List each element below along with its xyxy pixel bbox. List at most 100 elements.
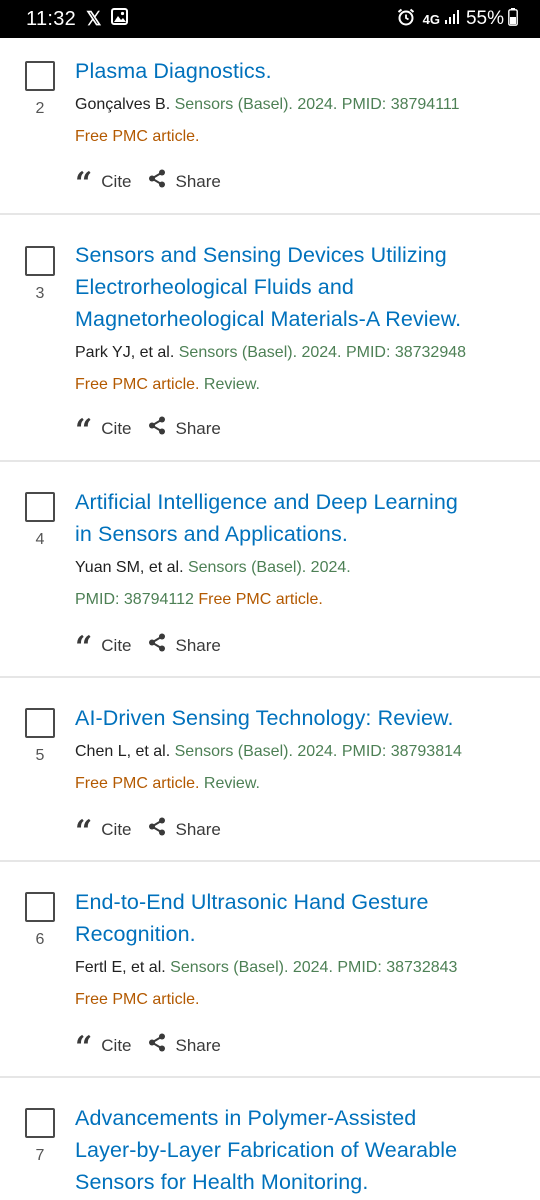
citation-meta: Park YJ, et al. Sensors (Basel). 2024. P…	[75, 337, 522, 401]
share-icon	[148, 633, 166, 657]
search-result: 6 End-to-End Ultrasonic Hand Gesture Rec…	[0, 862, 540, 1078]
free-pmc-label: Free PMC article.	[75, 775, 200, 792]
authors: Fertl E, et al.	[75, 959, 171, 976]
select-checkbox[interactable]	[25, 492, 55, 522]
cite-label: Cite	[101, 1036, 132, 1055]
title-line: Recognition.	[75, 922, 196, 946]
gallery-icon	[111, 8, 129, 30]
result-title[interactable]: Plasma Diagnostics.	[75, 55, 522, 87]
meta-line: PMID: 38794112 Free PMC article.	[75, 584, 522, 616]
meta-line: Chen L, et al. Sensors (Basel). 2024. PM…	[75, 736, 522, 768]
title-line: Electrorheological Fluids and	[75, 275, 354, 299]
result-actions: “ Cite Share	[75, 630, 221, 665]
cite-label: Cite	[101, 820, 132, 839]
share-button[interactable]: Share	[132, 816, 221, 840]
meta-line: Free PMC article. Review.	[75, 768, 522, 800]
title-line: Layer-by-Layer Fabrication of Wearable	[75, 1138, 458, 1162]
result-content: AI-Driven Sensing Technology: Review. Ch…	[75, 702, 522, 800]
free-pmc-label: Free PMC article.	[75, 128, 200, 145]
journal-info: Sensors (Basel). 2024. PMID: 38732843	[170, 959, 458, 976]
network-label: 4G	[422, 11, 440, 27]
quote-icon: “	[75, 814, 93, 849]
result-actions: “ Cite Share	[75, 814, 221, 849]
x-app-icon: 𝕏	[86, 8, 102, 30]
free-pmc-label: Free PMC article.	[198, 591, 323, 608]
title-line: End-to-End Ultrasonic Hand Gesture	[75, 890, 429, 914]
result-title[interactable]: Advancements in Polymer-Assisted Layer-b…	[75, 1102, 522, 1198]
result-number: 5	[35, 747, 45, 764]
result-content: Advancements in Polymer-Assisted Layer-b…	[75, 1102, 522, 1198]
signal-icon	[444, 9, 460, 30]
result-title[interactable]: End-to-End Ultrasonic Hand Gesture Recog…	[75, 886, 522, 950]
select-checkbox[interactable]	[25, 708, 55, 738]
search-result: 4 Artificial Intelligence and Deep Learn…	[0, 462, 540, 678]
meta-line: Free PMC article.	[75, 984, 522, 1016]
title-line: Advancements in Polymer-Assisted	[75, 1106, 417, 1130]
title-line: Plasma Diagnostics.	[75, 59, 272, 83]
cite-button[interactable]: “ Cite	[75, 814, 132, 849]
search-result: 5 AI-Driven Sensing Technology: Review. …	[0, 678, 540, 862]
status-time: 11:32	[26, 7, 77, 30]
battery-icon	[508, 7, 518, 31]
meta-line: Yuan SM, et al. Sensors (Basel). 2024.	[75, 552, 522, 584]
result-actions: “ Cite Share	[75, 1032, 221, 1063]
meta-line: Free PMC article.	[75, 121, 522, 153]
select-checkbox[interactable]	[25, 61, 55, 91]
authors: Gonçalves B.	[75, 96, 175, 113]
result-content: Artificial Intelligence and Deep Learnin…	[75, 486, 522, 616]
select-checkbox[interactable]	[25, 1108, 55, 1138]
authors: Chen L, et al.	[75, 743, 175, 760]
citation-meta: Yuan SM, et al. Sensors (Basel). 2024. P…	[75, 552, 522, 616]
search-result: 7 Advancements in Polymer-Assisted Layer…	[0, 1078, 540, 1200]
share-button[interactable]: Share	[132, 415, 221, 439]
share-label: Share	[175, 419, 221, 438]
result-number: 6	[35, 931, 45, 948]
share-button[interactable]: Share	[132, 1032, 221, 1056]
title-line: Artificial Intelligence and Deep Learnin…	[75, 490, 458, 514]
result-title[interactable]: AI-Driven Sensing Technology: Review.	[75, 702, 522, 734]
authors: Yuan SM, et al.	[75, 559, 188, 576]
share-icon	[148, 416, 166, 440]
quote-icon: “	[75, 413, 93, 448]
journal-info: Sensors (Basel). 2024. PMID: 38793814	[174, 743, 462, 760]
journal-info: Sensors (Basel). 2024.	[187, 559, 351, 576]
result-number: 2	[35, 100, 45, 117]
share-label: Share	[175, 172, 221, 191]
cite-button[interactable]: “ Cite	[75, 1032, 132, 1063]
share-button[interactable]: Share	[132, 168, 221, 192]
cite-button[interactable]: “ Cite	[75, 630, 132, 665]
select-checkbox[interactable]	[25, 892, 55, 922]
share-label: Share	[175, 820, 221, 839]
result-content: Sensors and Sensing Devices Utilizing El…	[75, 239, 522, 401]
journal-info: Sensors (Basel). 2024. PMID: 38794111	[174, 96, 460, 113]
result-title[interactable]: Sensors and Sensing Devices Utilizing El…	[75, 239, 522, 335]
citation-meta: Chen L, et al. Sensors (Basel). 2024. PM…	[75, 736, 522, 800]
search-result: 2 Plasma Diagnostics. Gonçalves B. Senso…	[0, 38, 540, 215]
review-label: Review.	[199, 376, 260, 393]
pmid-info: PMID: 38794112	[75, 591, 199, 608]
result-title[interactable]: Artificial Intelligence and Deep Learnin…	[75, 486, 522, 550]
title-line: Sensors for Health Monitoring.	[75, 1170, 369, 1194]
share-button[interactable]: Share	[132, 632, 221, 656]
select-checkbox[interactable]	[25, 246, 55, 276]
status-bar: 11:32 𝕏 4G 55%	[0, 0, 540, 38]
quote-icon: “	[75, 630, 93, 665]
title-line: in Sensors and Applications.	[75, 522, 348, 546]
share-icon	[148, 817, 166, 841]
search-result: 3 Sensors and Sensing Devices Utilizing …	[0, 215, 540, 462]
meta-line: Free PMC article. Review.	[75, 369, 522, 401]
share-icon	[148, 169, 166, 193]
share-label: Share	[175, 636, 221, 655]
cite-label: Cite	[101, 419, 132, 438]
share-icon	[148, 1033, 166, 1057]
status-right: 4G 55%	[397, 7, 518, 31]
title-line: AI-Driven Sensing Technology: Review.	[75, 706, 454, 730]
meta-line: Park YJ, et al. Sensors (Basel). 2024. P…	[75, 337, 522, 369]
free-pmc-label: Free PMC article.	[75, 991, 200, 1008]
alarm-icon	[397, 8, 415, 31]
cite-button[interactable]: “ Cite	[75, 166, 132, 201]
cite-button[interactable]: “ Cite	[75, 413, 132, 448]
result-content: Plasma Diagnostics. Gonçalves B. Sensors…	[75, 55, 522, 153]
quote-icon: “	[75, 166, 93, 201]
result-content: End-to-End Ultrasonic Hand Gesture Recog…	[75, 886, 522, 1016]
